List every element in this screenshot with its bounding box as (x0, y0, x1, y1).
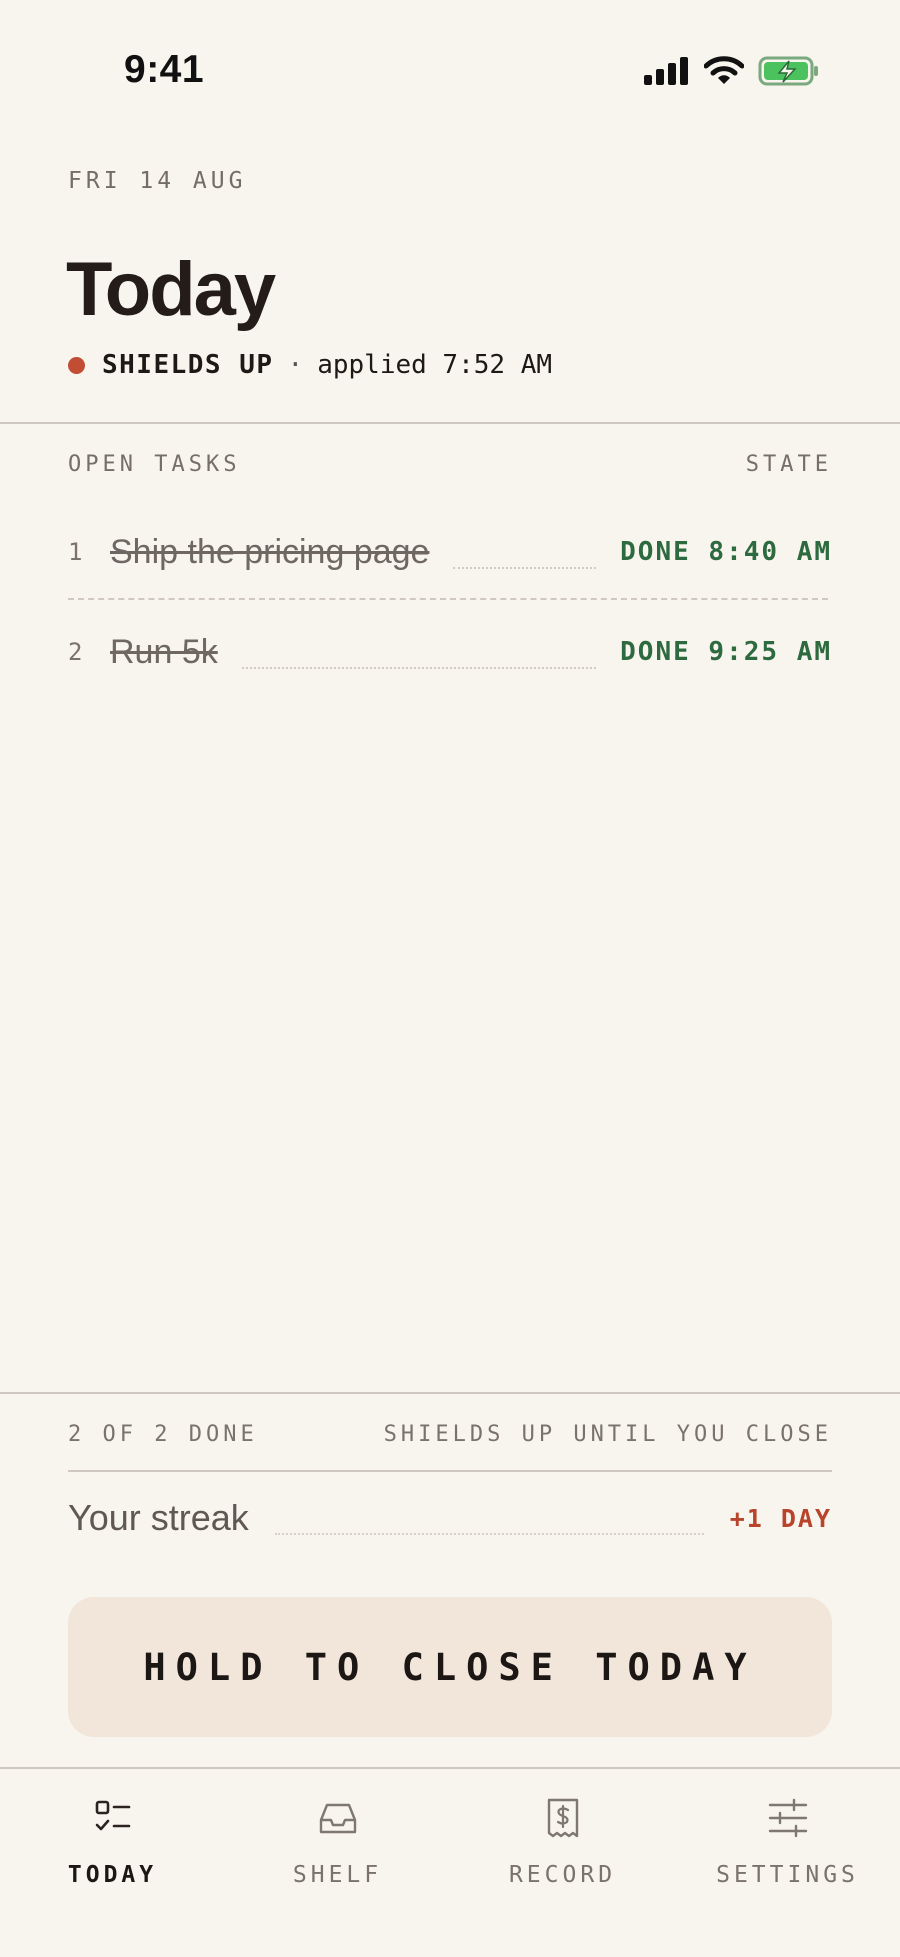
streak-row: Your streak +1 DAY (68, 1492, 832, 1544)
task-state: DONE 9:25 AM (620, 637, 832, 667)
tab-label: SETTINGS (716, 1862, 859, 1888)
footer-divider (0, 1392, 900, 1394)
dotted-leader (274, 1533, 704, 1535)
battery-charging-icon (758, 56, 818, 86)
task-state: DONE 8:40 AM (620, 537, 832, 567)
status-icons (644, 56, 820, 86)
task-name: Run 5k (110, 632, 218, 671)
header-divider (0, 422, 900, 424)
sliders-icon (768, 1798, 807, 1838)
state-header: STATE (745, 452, 832, 477)
hold-to-close-button[interactable]: HOLD TO CLOSE TODAY (68, 1597, 832, 1737)
cellular-signal-icon (644, 57, 688, 85)
status-time: 9:41 (124, 48, 205, 91)
task-row[interactable]: 1 Ship the pricing page DONE 8:40 AM (68, 522, 832, 582)
shield-separator: · (287, 350, 304, 380)
page-title: Today (66, 247, 276, 332)
tab-today[interactable]: TODAY (0, 1796, 225, 1888)
summary-divider (68, 1470, 832, 1472)
shield-status-dot (68, 356, 85, 374)
tab-settings[interactable]: SETTINGS (675, 1796, 900, 1888)
open-tasks-header: OPEN TASKS (68, 452, 241, 477)
streak-label: Your streak (68, 1497, 249, 1538)
tab-label: SHELF (292, 1862, 383, 1888)
dotted-leader (453, 567, 597, 569)
checklist-icon (95, 1800, 130, 1831)
progress-summary: 2 OF 2 DONE (68, 1422, 258, 1447)
tab-label: TODAY (67, 1862, 158, 1888)
task-name: Ship the pricing page (110, 532, 430, 571)
task-number: 2 (68, 638, 83, 666)
tab-bar: TODAY SHELF RECORD SETTINGS (0, 1768, 900, 1957)
wifi-icon (704, 56, 744, 84)
receipt-dollar-icon (547, 1798, 578, 1838)
streak-value: +1 DAY (729, 1503, 832, 1533)
shield-state-label: SHIELDS UP (102, 350, 274, 380)
date-label: FRI 14 AUG (68, 168, 247, 194)
shield-applied-time: applied 7:52 AM (317, 350, 553, 380)
dotted-leader (241, 667, 597, 669)
task-number: 1 (68, 538, 83, 566)
inbox-tray-icon (319, 1803, 356, 1834)
task-divider (68, 598, 828, 600)
tab-record[interactable]: RECORD (450, 1796, 675, 1888)
task-row[interactable]: 2 Run 5k DONE 9:25 AM (68, 622, 832, 682)
tab-label: RECORD (508, 1862, 617, 1888)
tab-shelf[interactable]: SHELF (225, 1796, 450, 1888)
shield-status: SHIELDS UP · applied 7:52 AM (68, 350, 552, 380)
shield-note: SHIELDS UP UNTIL YOU CLOSE (383, 1422, 832, 1447)
